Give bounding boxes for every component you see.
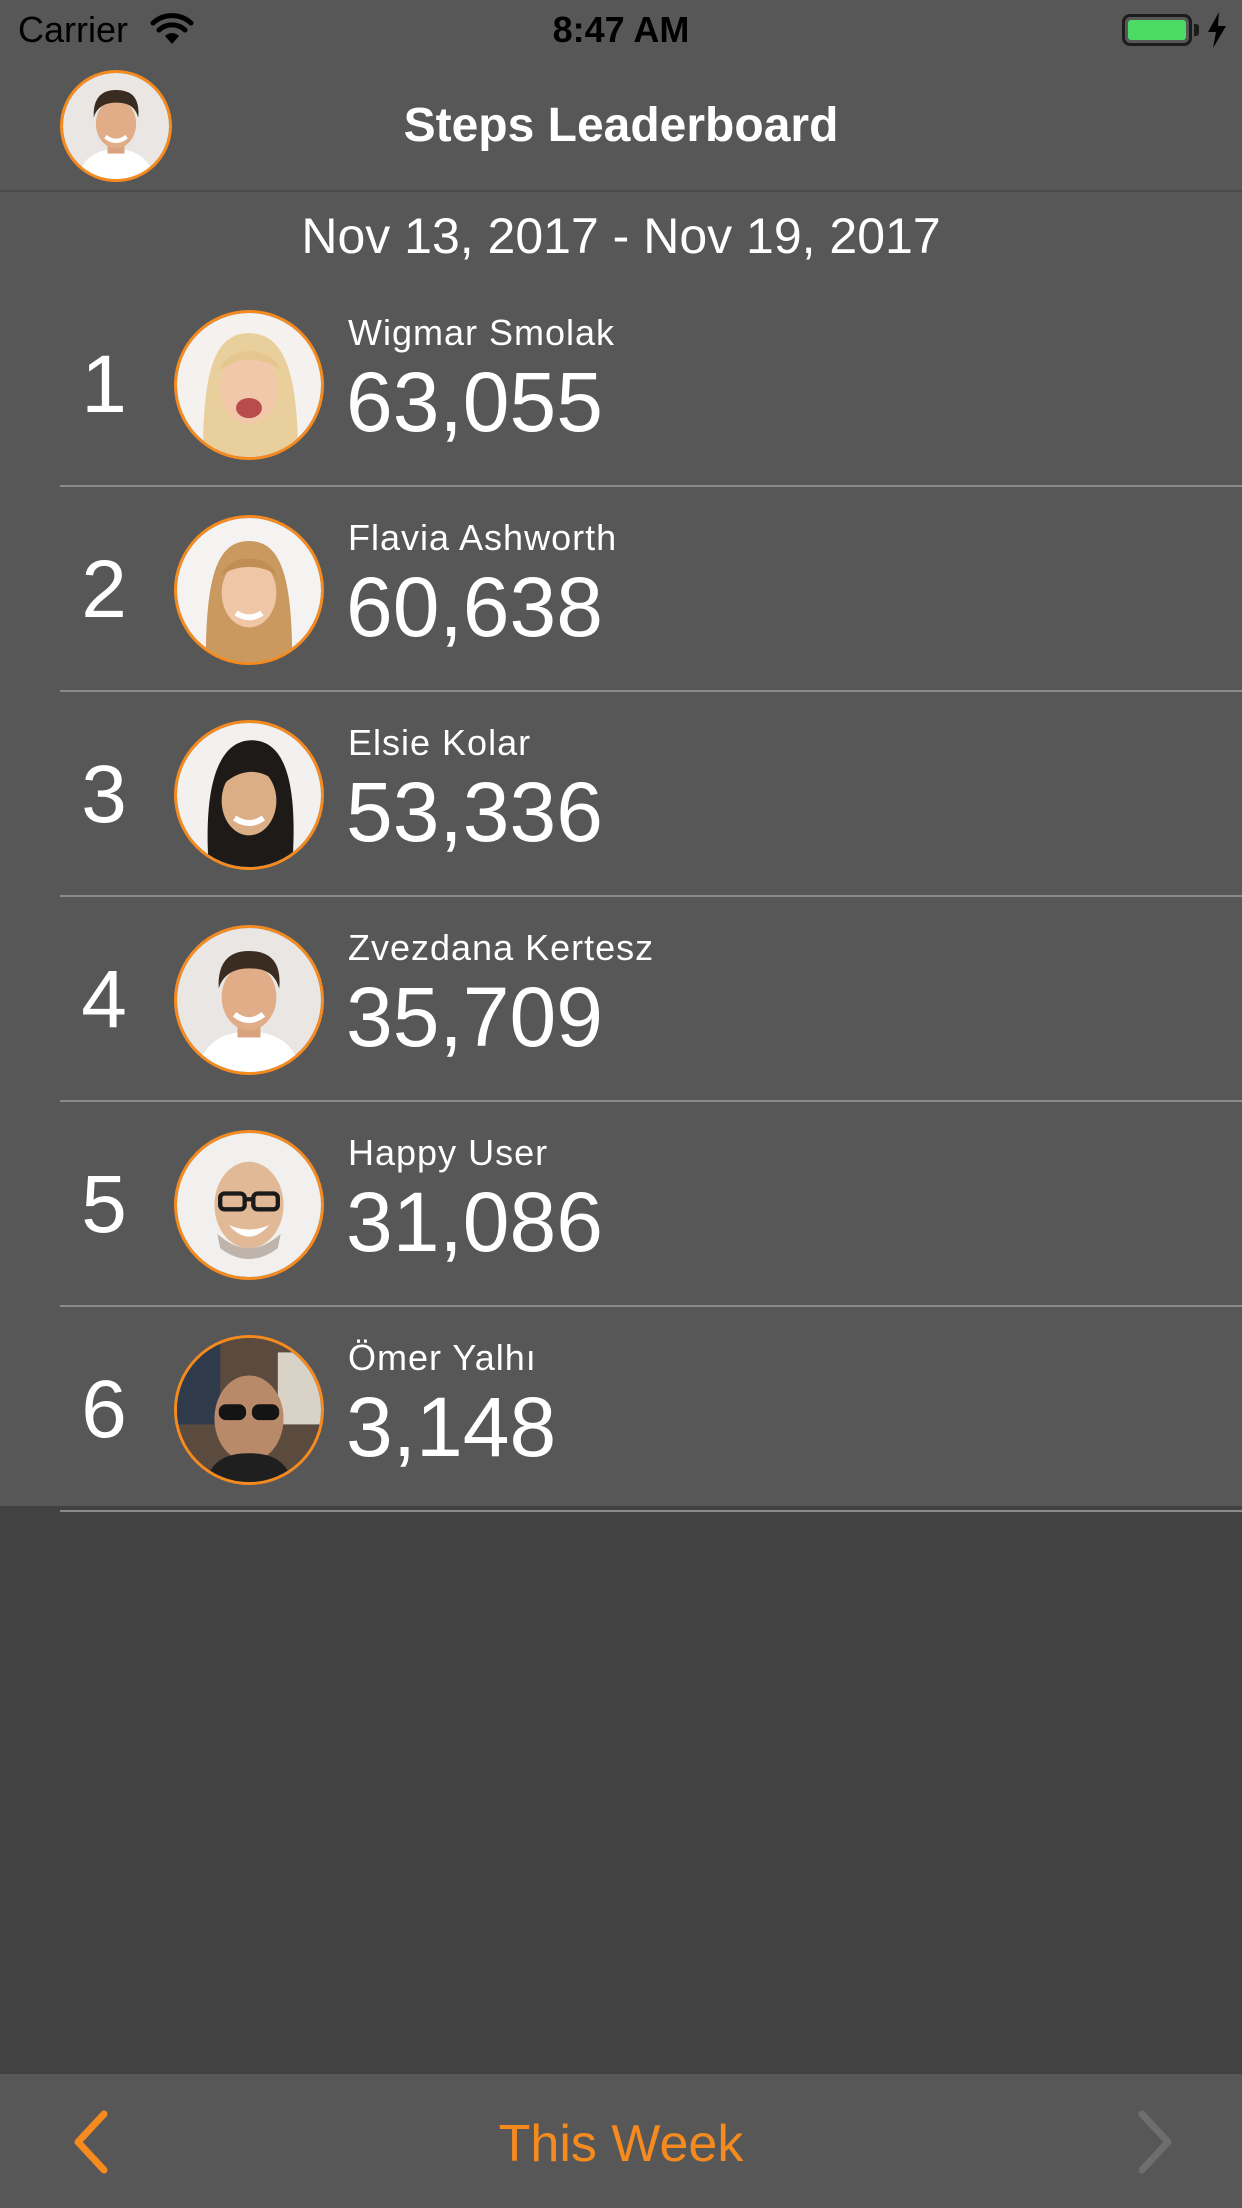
navigation-bar: Steps Leaderboard [0,60,1242,192]
leaderboard-row[interactable]: 5 Happy User 31,086 [0,1102,1242,1307]
user-avatar-icon [177,723,321,867]
chevron-right-icon[interactable] [1116,2104,1186,2180]
user-avatar [174,310,324,460]
user-avatar [174,515,324,665]
row-divider [60,1510,1242,1512]
rank-number: 5 [81,1159,127,1250]
leaderboard-row[interactable]: 3 Elsie Kolar 53,336 [0,692,1242,897]
date-range-label: Nov 13, 2017 - Nov 19, 2017 [301,208,941,264]
user-avatar-icon [177,928,321,1072]
battery-nub [1194,24,1199,36]
charging-bolt-icon [1208,12,1226,48]
step-count: 3,148 [346,1380,557,1474]
user-name: Elsie Kolar [348,722,532,763]
step-count: 35,709 [346,970,603,1064]
leaderboard-row[interactable]: 1 Wigmar Smolak 63,055 [0,282,1242,487]
leaderboard-row[interactable]: 2 Flavia Ashworth 60,638 [0,487,1242,692]
status-bar: Carrier 8:47 AM [0,0,1242,60]
rank-number: 2 [81,544,127,635]
rank-number: 4 [81,954,127,1045]
rank-number: 1 [81,339,127,430]
status-time: 8:47 AM [552,9,690,50]
step-count: 60,638 [346,560,603,654]
user-name: Happy User [348,1132,549,1173]
period-label[interactable]: This Week [0,2114,1242,2174]
step-count: 53,336 [346,765,603,859]
user-name: Wigmar Smolak [348,312,616,353]
leaderboard-list: Nov 13, 2017 - Nov 19, 2017 1 Wigmar Smo… [0,192,1242,1512]
user-name: Flavia Ashworth [348,517,618,558]
user-avatar [174,1335,324,1485]
user-name: Zvezdana Kertesz [348,927,655,968]
user-avatar-icon [177,1338,321,1482]
leaderboard-row[interactable]: 6 Ömer Yalhı 3,148 [0,1307,1242,1512]
user-avatar-icon [177,518,321,662]
user-avatar-icon [177,1133,321,1277]
rank-number: 3 [81,749,127,840]
step-count: 63,055 [346,355,603,449]
user-avatar [174,1130,324,1280]
user-avatar [174,925,324,1075]
battery-icon [1122,14,1192,46]
leaderboard-row[interactable]: 4 Zvezdana Kertesz 35,709 [0,897,1242,1102]
user-avatar-icon [177,313,321,457]
period-toolbar: This Week [0,2074,1242,2208]
rank-number: 6 [81,1364,127,1455]
page-title: Steps Leaderboard [403,99,839,152]
user-avatar [174,720,324,870]
user-name: Ömer Yalhı [348,1337,537,1378]
step-count: 31,086 [346,1175,603,1269]
